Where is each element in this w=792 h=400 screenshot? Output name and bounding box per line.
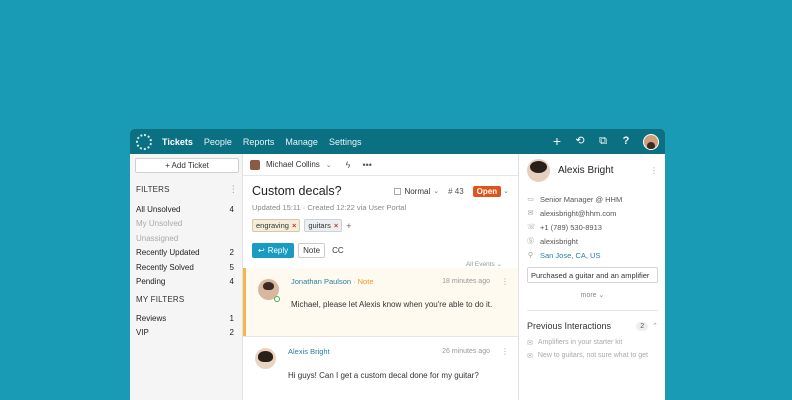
online-status-icon: [274, 296, 280, 302]
plus-icon[interactable]: +: [551, 134, 563, 148]
top-nav: Tickets People Reports Manage Settings +…: [130, 129, 665, 154]
history-icon[interactable]: ⟲: [574, 136, 586, 147]
my-filter-list: Reviews 1 VIP 2: [134, 311, 238, 340]
message-author[interactable]: Alexis Bright: [288, 347, 330, 356]
filter-reviews[interactable]: Reviews 1: [134, 311, 238, 326]
ticket-toolbar: Michael Collins ⌄ ϟ •••: [243, 154, 518, 176]
chevron-down-icon: ⌄: [598, 292, 605, 299]
app-window: Tickets People Reports Manage Settings +…: [130, 129, 665, 400]
assignee-name[interactable]: Michael Collins: [266, 160, 320, 169]
email-icon: ✉: [527, 352, 533, 360]
ticket-subject[interactable]: Custom decals?: [252, 184, 342, 198]
priority-select[interactable]: Normal ⌄: [394, 187, 439, 196]
skype-icon: Ⓢ: [527, 238, 534, 245]
sidebar: + Add Ticket FILTERS ⋮ All Unsolved 4 My …: [130, 154, 243, 400]
filters-title: FILTERS: [136, 185, 170, 194]
user-avatar[interactable]: [643, 133, 659, 150]
previous-count-badge: 2: [636, 321, 649, 331]
help-icon[interactable]: ?: [620, 136, 632, 147]
contact-info: ▭ Senior Manager @ HHM ✉ alexisbright@hhm.…: [527, 192, 658, 262]
nav-settings[interactable]: Settings: [329, 137, 362, 147]
previous-interaction[interactable]: ✉ New to guitars, not sure what to get: [527, 349, 658, 362]
chevron-down-icon[interactable]: ⌄: [326, 161, 332, 169]
location-icon: ⚲: [527, 252, 534, 259]
message: Alexis Bright 26 minutes ago ⋮ Hi guys! …: [243, 336, 518, 396]
filter-recently-solved[interactable]: Recently Solved 5: [134, 260, 238, 275]
kebab-icon[interactable]: ⋮: [501, 277, 509, 286]
chevron-down-icon[interactable]: ⌄: [503, 187, 509, 195]
my-filters-title: MY FILTERS: [136, 295, 185, 304]
ticket-number: # 43: [448, 186, 464, 196]
contact-skype[interactable]: Ⓢalexisbright: [527, 234, 658, 248]
remove-tag-icon: ×: [291, 221, 297, 230]
author-avatar: [255, 348, 276, 369]
kebab-icon[interactable]: ⋮: [501, 347, 509, 356]
my-filters-header: MY FILTERS: [134, 295, 238, 304]
email-icon: ✉: [527, 210, 534, 217]
message-time: 26 minutes ago: [442, 348, 490, 355]
reply-actions: ↩ Reply Note CC: [243, 232, 518, 258]
phone-icon: ☏: [527, 224, 536, 231]
filter-pending[interactable]: Pending 4: [134, 275, 238, 290]
nav-people[interactable]: People: [204, 137, 232, 147]
contact-email[interactable]: ✉ alexisbright@hhm.com: [527, 206, 658, 220]
chevron-down-icon: ⌄: [496, 261, 502, 268]
ticket-panel: Michael Collins ⌄ ϟ ••• Custom decals? N…: [243, 154, 519, 400]
kebab-icon[interactable]: ⋮: [229, 184, 238, 195]
previous-interactions-header[interactable]: Previous Interactions 2 ⌃: [527, 310, 658, 331]
contact-location: ⚲ San Jose, CA, US: [527, 250, 601, 260]
lightning-icon[interactable]: ϟ: [346, 160, 351, 170]
chevron-up-icon[interactable]: ⌃: [652, 322, 658, 330]
logo-icon[interactable]: [136, 133, 152, 150]
cc-button[interactable]: CC: [332, 246, 344, 255]
checkbox[interactable]: [394, 187, 402, 195]
filters-header: FILTERS ⋮: [134, 184, 238, 195]
previous-interaction[interactable]: ✉ Amplifiers in your starter kit: [527, 336, 658, 349]
filter-all-unsolved[interactable]: All Unsolved 4: [134, 202, 238, 217]
remove-tag-icon: ×: [333, 221, 339, 230]
message-body: Hi guys! Can I get a custom decal done f…: [288, 371, 479, 380]
nav-reports[interactable]: Reports: [243, 137, 275, 147]
more-link[interactable]: more ⌄: [527, 291, 658, 299]
filter-vip[interactable]: VIP 2: [134, 326, 238, 341]
more-icon[interactable]: •••: [362, 160, 371, 170]
status-badge[interactable]: Open: [472, 185, 502, 197]
subject-row: Custom decals? Normal ⌄ # 43 Open ⌄: [243, 176, 518, 198]
ticket-meta: Updated 15:11 · Created 12:22 via User P…: [252, 203, 407, 212]
message-note: Jonathan Paulson · Note 18 minutes ago ⋮…: [243, 268, 518, 336]
add-tag-icon[interactable]: +: [346, 221, 351, 231]
contact-note-field[interactable]: Purchased a guitar and an amplifier: [527, 267, 658, 283]
assignee-avatar: [250, 159, 260, 170]
message-body: Michael, please let Alexis know when you…: [291, 300, 493, 309]
contact-phone[interactable]: ☏ +1 (789) 530-8913: [527, 220, 658, 234]
filter-list: All Unsolved 4 My Unsolved Unassigned Rec…: [134, 202, 238, 289]
nav-manage[interactable]: Manage: [285, 137, 318, 147]
tag-engraving[interactable]: engraving ×: [252, 219, 301, 232]
reply-button[interactable]: ↩ Reply: [252, 243, 295, 258]
note-button[interactable]: Note: [298, 243, 326, 258]
note-label: · Note: [353, 277, 374, 286]
filter-recently-updated[interactable]: Recently Updated 2: [134, 246, 238, 261]
tag-list: engraving × guitars × +: [243, 212, 518, 232]
contact-panel: Alexis Bright ⋮ ▭ Senior Manager @ HHM ✉ a…: [519, 154, 665, 400]
previous-interactions-list: ✉ Amplifiers in your starter kit ✉ New to …: [527, 336, 658, 362]
add-ticket-button[interactable]: + Add Ticket: [135, 158, 239, 173]
contact-title: ▭ Senior Manager @ HHM: [527, 194, 623, 204]
contact-avatar: [527, 159, 550, 182]
message-time: 18 minutes ago: [442, 278, 490, 285]
all-events-link[interactable]: All Events ⌄: [243, 258, 518, 268]
message-author[interactable]: Jonathan Paulson: [291, 277, 351, 286]
nav-tickets[interactable]: Tickets: [162, 137, 193, 147]
external-link-icon[interactable]: ⧉: [597, 136, 609, 147]
kebab-icon[interactable]: ⋮: [650, 166, 658, 175]
email-icon: ✉: [527, 339, 533, 347]
chevron-down-icon: ⌄: [433, 188, 440, 195]
briefcase-icon: ▭: [527, 196, 534, 203]
contact-header: Alexis Bright ⋮: [527, 159, 658, 182]
filter-unassigned[interactable]: Unassigned: [134, 231, 238, 246]
tag-guitars[interactable]: guitars ×: [304, 219, 343, 232]
filter-my-unsolved[interactable]: My Unsolved: [134, 217, 238, 232]
contact-name[interactable]: Alexis Bright: [558, 165, 614, 176]
reply-icon: ↩: [258, 246, 265, 255]
